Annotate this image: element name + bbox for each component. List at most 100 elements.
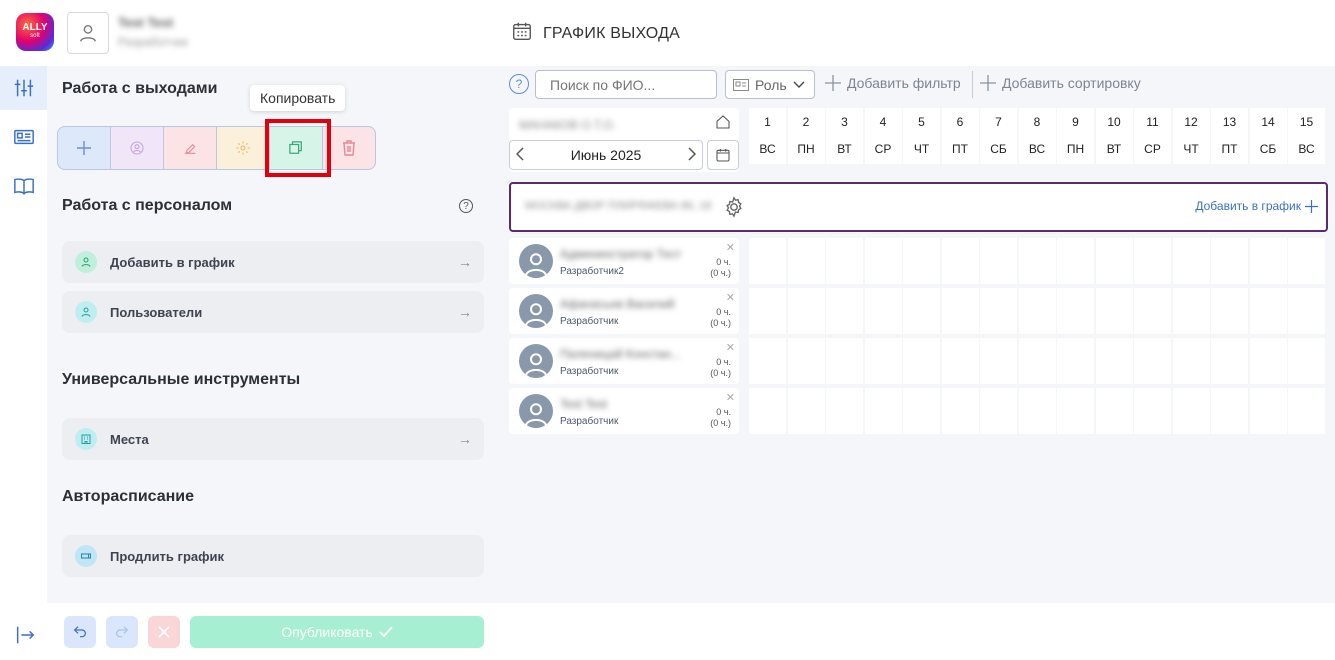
schedule-cell[interactable] [864,288,902,334]
schedule-cell[interactable] [941,388,979,434]
schedule-cell[interactable] [749,288,786,334]
schedule-cell[interactable] [1095,288,1133,334]
schedule-cell[interactable] [1249,288,1287,334]
menu-extend-schedule[interactable]: Продлить график [62,535,484,577]
schedule-cell[interactable] [903,238,940,284]
schedule-cell[interactable] [1095,388,1133,434]
schedule-cell[interactable] [749,388,786,434]
help-icon[interactable]: ? [459,199,473,213]
schedule-cell[interactable] [1134,288,1171,334]
sliders-icon[interactable] [0,66,47,110]
schedule-cell[interactable] [980,388,1017,434]
remove-employee-icon[interactable]: ✕ [726,291,735,304]
assign-user-button[interactable] [110,126,164,170]
chevron-left-icon[interactable] [515,146,524,164]
schedule-cell[interactable] [1018,288,1056,334]
employee-card[interactable]: Афанасьев Василий Разработчик 0 ч. (0 ч.… [509,288,739,334]
location-name: МАНАКОВ О.Т.О. [519,118,616,132]
book-icon[interactable] [0,164,47,208]
schedule-cell[interactable] [1095,238,1133,284]
schedule-cell[interactable] [941,288,979,334]
schedule-cell[interactable] [864,338,902,384]
schedule-cell[interactable] [1134,338,1171,384]
eraser-button[interactable] [163,126,217,170]
remove-employee-icon[interactable]: ✕ [726,391,735,404]
add-filter-button[interactable]: Добавить фильтр [825,75,961,91]
add-sort-button[interactable]: Добавить сортировку [980,75,1141,91]
schedule-cell[interactable] [903,288,940,334]
schedule-cell[interactable] [1211,338,1248,384]
remove-employee-icon[interactable]: ✕ [726,341,735,354]
schedule-cell[interactable] [787,238,825,284]
undo-button[interactable] [64,616,96,648]
schedule-cell[interactable] [1288,288,1325,334]
calendar-picker-button[interactable] [707,140,739,170]
schedule-cell[interactable] [1172,338,1210,384]
schedule-cell[interactable] [980,338,1017,384]
schedule-cell[interactable] [1288,238,1325,284]
chevron-right-icon[interactable] [688,146,697,164]
employee-card[interactable]: Test Test Разработчик 0 ч. (0 ч.) ✕ [509,388,739,434]
schedule-cell[interactable] [1057,288,1094,334]
schedule-cell[interactable] [1172,238,1210,284]
schedule-cell[interactable] [1249,388,1287,434]
schedule-cell[interactable] [1211,288,1248,334]
id-card-icon[interactable] [0,115,47,159]
schedule-cell[interactable] [1018,238,1056,284]
schedule-cell[interactable] [826,288,863,334]
search-input[interactable] [535,70,717,99]
add-to-schedule-link[interactable]: Добавить в график [1195,199,1318,213]
schedule-cell[interactable] [1018,388,1056,434]
logout-icon[interactable] [14,624,36,651]
schedule-cell[interactable] [1288,388,1325,434]
schedule-cell[interactable] [1288,338,1325,384]
employee-card[interactable]: Админинстратор Тест Разработчик2 0 ч. (0… [509,238,739,284]
schedule-cell[interactable] [1172,388,1210,434]
user-icon [75,251,97,273]
schedule-cell[interactable] [1057,388,1094,434]
schedule-cell[interactable] [1249,338,1287,384]
schedule-cell[interactable] [980,238,1017,284]
menu-add-to-schedule[interactable]: Добавить в график → [62,241,484,283]
day-header: 7 СБ [980,108,1017,164]
schedule-cell[interactable] [903,388,940,434]
add-button[interactable] [57,126,111,170]
schedule-cell[interactable] [787,288,825,334]
help-circle-icon[interactable]: ? [509,74,529,94]
schedule-cell[interactable] [1018,338,1056,384]
schedule-cell[interactable] [864,238,902,284]
schedule-cell[interactable] [864,388,902,434]
menu-places[interactable]: Места → [62,418,484,460]
schedule-cell[interactable] [1134,388,1171,434]
cancel-button[interactable] [148,616,180,648]
remove-employee-icon[interactable]: ✕ [726,241,735,254]
settings-button[interactable] [216,126,270,170]
schedule-cell[interactable] [1172,288,1210,334]
schedule-cell[interactable] [1211,238,1248,284]
schedule-cell[interactable] [1134,238,1171,284]
schedule-cell[interactable] [749,338,786,384]
home-icon[interactable] [715,114,731,135]
schedule-cell[interactable] [749,238,786,284]
menu-users[interactable]: Пользователи → [62,291,484,333]
schedule-cell[interactable] [1211,388,1248,434]
schedule-cell[interactable] [941,238,979,284]
user-avatar[interactable] [67,12,109,54]
schedule-cell[interactable] [787,388,825,434]
publish-button[interactable]: Опубликовать [190,616,484,648]
schedule-cell[interactable] [1057,338,1094,384]
schedule-cell[interactable] [941,338,979,384]
schedule-cell[interactable] [1249,238,1287,284]
schedule-cell[interactable] [980,288,1017,334]
schedule-cell[interactable] [826,238,863,284]
gear-icon[interactable] [723,196,745,223]
role-select[interactable]: Роль [725,70,815,99]
schedule-cell[interactable] [826,388,863,434]
schedule-cell[interactable] [826,338,863,384]
schedule-cell[interactable] [1057,238,1094,284]
schedule-cell[interactable] [903,338,940,384]
redo-button[interactable] [106,616,138,648]
schedule-cell[interactable] [1095,338,1133,384]
employee-card[interactable]: Паленицай Констан... Разработчик 0 ч. (0… [509,338,739,384]
schedule-cell[interactable] [787,338,825,384]
